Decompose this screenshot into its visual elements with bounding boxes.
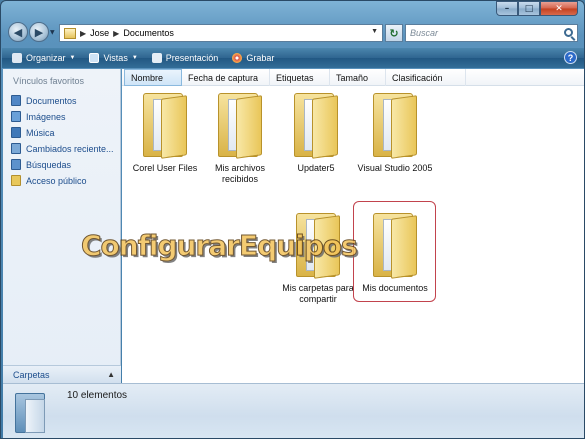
pictures-icon — [11, 111, 21, 122]
search-input[interactable]: Buscar — [405, 24, 578, 42]
maximize-button[interactable]: □ — [518, 1, 540, 16]
folders-label: Carpetas — [13, 369, 50, 380]
folder-label: Mis documentos — [362, 283, 428, 293]
column-rating[interactable]: Clasificación — [386, 69, 466, 86]
column-date-taken[interactable]: Fecha de captura — [182, 69, 270, 86]
folder-label: Updater5 — [297, 163, 335, 173]
folders-toggle[interactable]: Carpetas ▲ — [3, 365, 121, 383]
slideshow-button[interactable]: Presentación — [151, 53, 219, 63]
sidebar-item-public[interactable]: Acceso público — [11, 175, 87, 186]
chevron-right-icon[interactable]: ▶ — [80, 29, 86, 38]
column-tags[interactable]: Etiquetas — [270, 69, 330, 86]
folder-item-selected[interactable]: Mis documentos — [355, 209, 435, 294]
organize-label: Organizar — [26, 53, 66, 63]
file-list: Nombre Fecha de captura Etiquetas Tamaño… — [122, 69, 584, 383]
chevron-right-icon[interactable]: ▶ — [113, 29, 119, 38]
help-button[interactable]: ? — [564, 51, 577, 64]
folder-item[interactable]: Visual Studio 2005 — [355, 89, 435, 174]
folder-item[interactable]: Mis archivos recibidos — [200, 89, 280, 185]
views-label: Vistas — [103, 53, 128, 63]
close-button[interactable]: ✕ — [540, 1, 578, 16]
folder-icon — [371, 89, 419, 159]
refresh-icon: ↻ — [389, 26, 399, 40]
folder-icon — [64, 27, 76, 39]
music-icon — [11, 127, 21, 138]
sidebar-item-music[interactable]: Música — [11, 127, 55, 138]
organize-icon — [12, 53, 22, 63]
sidebar-item-pictures[interactable]: Imágenes — [11, 111, 66, 122]
folder-item[interactable]: Corel User Files — [125, 89, 205, 174]
folder-icon — [13, 389, 49, 435]
search-placeholder: Buscar — [410, 28, 439, 38]
chevron-up-icon: ▲ — [107, 370, 115, 379]
sidebar-item-label: Búsquedas — [26, 159, 72, 170]
sidebar-item-label: Música — [26, 127, 55, 138]
views-icon — [89, 53, 100, 63]
shortcut-folder-icon — [371, 209, 419, 279]
burn-icon — [232, 53, 243, 63]
burn-button[interactable]: Grabar — [232, 53, 274, 63]
details-pane: 10 elementos — [3, 383, 584, 438]
column-header-row: Nombre Fecha de captura Etiquetas Tamaño… — [122, 69, 584, 86]
item-count: 10 elementos — [67, 390, 128, 401]
folder-item[interactable]: Updater5 — [276, 89, 356, 174]
refresh-button[interactable]: ↻ — [385, 24, 403, 42]
sidebar-item-recent[interactable]: Cambiados reciente... — [11, 143, 114, 154]
watermark-logo: ConfigurarEquipos — [81, 229, 359, 263]
search-icon[interactable] — [564, 28, 573, 37]
minimize-button[interactable]: – — [496, 1, 518, 16]
slideshow-icon — [151, 53, 162, 63]
column-name[interactable]: Nombre — [124, 69, 182, 86]
sidebar-item-searches[interactable]: Búsquedas — [11, 159, 71, 170]
views-button[interactable]: Vistas ▼ — [89, 53, 138, 63]
window-controls: – □ ✕ — [496, 1, 578, 16]
help-icon: ? — [567, 52, 574, 63]
breadcrumb-user[interactable]: Jose — [90, 28, 109, 38]
chevron-down-icon: ▼ — [131, 55, 138, 61]
folder-icon — [141, 89, 189, 159]
sidebar-item-label: Acceso público — [26, 175, 87, 186]
sidebar-item-label: Imágenes — [26, 111, 66, 122]
recent-icon — [11, 143, 21, 154]
command-bar: Organizar ▼ Vistas ▼ Presentación Grabar… — [2, 48, 584, 68]
slideshow-label: Presentación — [165, 53, 219, 63]
address-bar[interactable]: ▶ Jose ▶ Documentos ▼ — [59, 24, 383, 42]
forward-button[interactable]: ▶ — [29, 22, 49, 42]
folder-label: Corel User Files — [132, 163, 198, 173]
folder-label: Visual Studio 2005 — [357, 163, 433, 173]
favorite-links-title: Vínculos favoritos — [13, 76, 85, 86]
folder-label: Mis archivos recibidos — [214, 163, 265, 184]
sidebar-item-label: Cambiados reciente... — [26, 143, 114, 154]
burn-label: Grabar — [246, 53, 275, 63]
organize-button[interactable]: Organizar ▼ — [12, 53, 75, 63]
address-dropdown-icon[interactable]: ▼ — [371, 28, 378, 35]
navigation-pane: Vínculos favoritos Documentos Imágenes M… — [3, 69, 121, 383]
public-icon — [11, 175, 21, 186]
folder-label: Mis carpetas para compartir — [282, 283, 354, 304]
sidebar-item-documents[interactable]: Documentos — [11, 95, 77, 106]
breadcrumb-documents[interactable]: Documentos — [123, 28, 174, 38]
sidebar-item-label: Documentos — [26, 95, 77, 106]
arrow-right-icon: ▶ — [34, 25, 44, 39]
documents-icon — [11, 95, 21, 106]
folder-icon — [216, 89, 264, 159]
arrow-left-icon: ◀ — [13, 25, 23, 39]
chevron-down-icon: ▼ — [69, 55, 76, 61]
recent-pages-dropdown[interactable]: ▼ — [50, 29, 55, 36]
explorer-window: – □ ✕ ◀ ▶ ▼ ▶ Jose ▶ Documentos ▼ ↻ Busc… — [0, 0, 585, 439]
column-size[interactable]: Tamaño — [330, 69, 386, 86]
folder-icon — [292, 89, 340, 159]
searches-icon — [11, 159, 21, 170]
back-button[interactable]: ◀ — [8, 22, 28, 42]
